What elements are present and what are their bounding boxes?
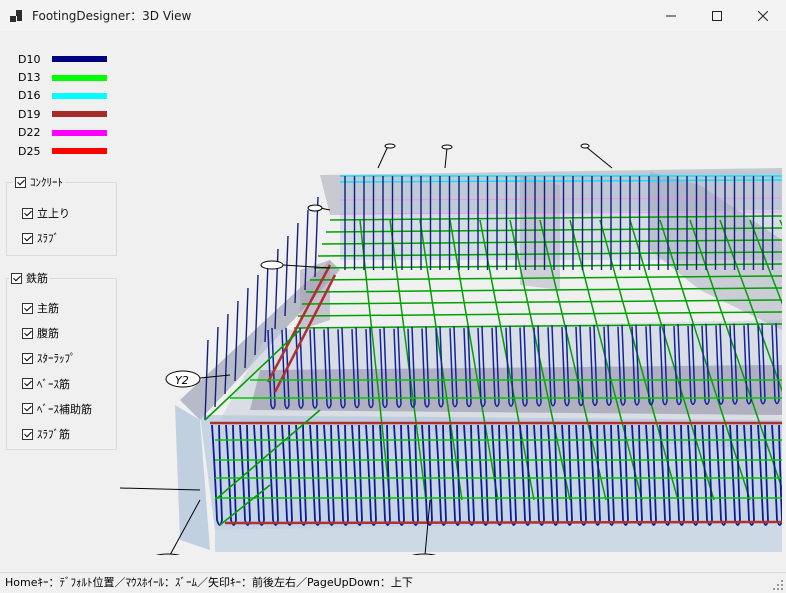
rebar-group-title[interactable]: 鉄筋: [9, 270, 50, 286]
main-bar-checkbox[interactable]: [22, 302, 33, 314]
legend-item-d22: D22: [18, 124, 107, 142]
3d-viewport[interactable]: Y2 Y1 Y0: [120, 40, 782, 555]
axis-label-y2: Y2: [175, 374, 189, 387]
rebar-label: 鉄筋: [26, 272, 48, 285]
riser-checkbox[interactable]: [22, 207, 33, 219]
concrete-checkbox[interactable]: [15, 176, 26, 188]
slab-bar-label: ｽﾗﾌﾞ筋: [37, 428, 70, 441]
legend-swatch: [52, 74, 107, 81]
checkbox-web-bar[interactable]: 腹筋: [22, 325, 59, 341]
checkbox-base-aux-bar[interactable]: ﾍﾞｰｽ補助筋: [22, 401, 92, 417]
legend-swatch: [52, 111, 107, 118]
minimize-button[interactable]: [648, 0, 694, 31]
slab-bar-checkbox[interactable]: [22, 428, 33, 440]
concrete-group-title[interactable]: ｺﾝｸﾘｰﾄ: [13, 174, 65, 190]
legend-label: D22: [18, 126, 41, 140]
legend-label: D13: [18, 71, 41, 85]
legend-swatch: [52, 92, 107, 99]
legend-label: D10: [18, 52, 41, 66]
rebar-checkbox[interactable]: [11, 272, 22, 284]
base-aux-bar-label: ﾍﾞｰｽ補助筋: [37, 402, 92, 416]
rebar-legend: D10 D13 D16 D19 D22 D25: [18, 50, 107, 160]
minimize-icon: [666, 15, 676, 16]
title-bar: FootingDesigner：3D View: [0, 0, 786, 31]
legend-swatch: [52, 129, 107, 136]
checkbox-stirrup[interactable]: ｽﾀｰﾗｯﾌﾟ: [22, 350, 76, 366]
base-bar-label: ﾍﾞｰｽ筋: [37, 377, 70, 391]
concrete-label: ｺﾝｸﾘｰﾄ: [30, 176, 63, 189]
legend-swatch: [52, 148, 107, 155]
legend-swatch: [52, 56, 107, 63]
stirrup-label: ｽﾀｰﾗｯﾌﾟ: [37, 352, 76, 366]
stirrup-checkbox[interactable]: [22, 352, 33, 364]
legend-item-d16: D16: [18, 87, 107, 105]
legend-item-d19: D19: [18, 105, 107, 123]
legend-label: D16: [18, 89, 41, 103]
checkbox-slab-bar[interactable]: ｽﾗﾌﾞ筋: [22, 426, 70, 442]
status-bar: Homeｷｰ：ﾃﾞﾌｫﾙﾄ位置／ﾏｳｽﾎｲｰﾙ：ｽﾞｰﾑ／矢印ｷｰ：前後左右／P…: [0, 572, 786, 593]
legend-item-d25: D25: [18, 142, 107, 160]
legend-label: D19: [18, 107, 41, 121]
checkbox-base-bar[interactable]: ﾍﾞｰｽ筋: [22, 376, 70, 392]
slab-label: ｽﾗﾌﾞ: [37, 232, 59, 245]
web-bar-checkbox[interactable]: [22, 327, 33, 339]
maximize-icon: [712, 10, 722, 21]
close-button[interactable]: [740, 0, 786, 31]
main-bar-label: 主筋: [37, 302, 59, 315]
base-aux-bar-checkbox[interactable]: [22, 403, 33, 415]
window-title: FootingDesigner：3D View: [32, 9, 192, 23]
checkbox-main-bar[interactable]: 主筋: [22, 300, 59, 316]
app-icon: [10, 9, 24, 23]
checkbox-slab[interactable]: ｽﾗﾌﾞ: [22, 230, 59, 246]
base-bar-checkbox[interactable]: [22, 378, 33, 390]
legend-label: D25: [18, 144, 41, 158]
riser-label: 立上り: [37, 207, 70, 220]
status-text: Homeｷｰ：ﾃﾞﾌｫﾙﾄ位置／ﾏｳｽﾎｲｰﾙ：ｽﾞｰﾑ／矢印ｷｰ：前後左右／P…: [5, 576, 413, 589]
resize-grip-icon[interactable]: [773, 580, 783, 590]
legend-item-d13: D13: [18, 68, 107, 86]
slab-checkbox[interactable]: [22, 232, 33, 244]
legend-item-d10: D10: [18, 50, 107, 68]
maximize-button[interactable]: [694, 0, 740, 31]
close-icon: [758, 10, 768, 21]
web-bar-label: 腹筋: [37, 327, 59, 341]
checkbox-riser[interactable]: 立上り: [22, 205, 70, 221]
